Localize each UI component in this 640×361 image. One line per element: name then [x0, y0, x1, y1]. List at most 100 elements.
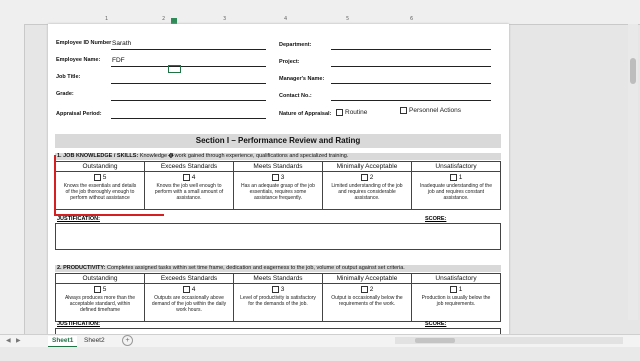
field-underline	[111, 66, 266, 67]
justification-box[interactable]	[55, 223, 501, 250]
criterion-description: Completes assigned tasks within set time…	[105, 265, 405, 271]
status-bar	[0, 347, 640, 361]
score-value: 4	[191, 174, 196, 182]
rating-header: Exceeds Standards	[145, 274, 234, 284]
rating-cell[interactable]: 5 Always produces more than the acceptabl…	[56, 284, 145, 322]
department-label: Department:	[279, 42, 312, 48]
employee-id-label: Employee ID Number	[56, 40, 112, 46]
horizontal-ruler: 1 2 3 4 5 6	[0, 0, 640, 25]
mouse-pointer-icon: ✥	[168, 153, 174, 160]
rating-description: Always produces more than the acceptable…	[64, 295, 136, 314]
rating-cell[interactable]: 4 Outputs are occasionally above demand o…	[145, 284, 234, 322]
rating-description: Inadequate understanding of the job and …	[419, 183, 492, 202]
personnel-actions-label: Personnel Actions	[409, 107, 462, 115]
selection-highlight	[54, 155, 164, 216]
rating-description: Output is occasionally below the require…	[331, 295, 403, 308]
employee-name-value[interactable]: FDF	[112, 57, 125, 64]
field-underline	[331, 66, 491, 67]
checkbox-icon	[449, 286, 457, 293]
ruler-tick: 6	[410, 16, 414, 22]
score-label: SCORE:	[425, 321, 447, 327]
score-value: 4	[191, 286, 196, 294]
rating-header: Unsatisfactory	[412, 162, 501, 172]
scrollbar-thumb[interactable]	[415, 338, 455, 343]
horizontal-scrollbar[interactable]	[395, 337, 623, 344]
rating-description: Has an adequate grasp of the job essenti…	[241, 183, 315, 202]
rating-header: Meets Standards	[234, 274, 323, 284]
checkbox-icon	[271, 174, 279, 181]
rating-description: Production is usually below the job requ…	[421, 295, 491, 308]
vertical-scrollbar[interactable]	[628, 24, 638, 320]
criterion-bar-productivity: 2. PRODUCTIVITY: Completes assigned task…	[55, 265, 501, 272]
scrollbar-thumb[interactable]	[630, 58, 636, 84]
worksheet-page: Employee ID Number Sarath Employee Name:…	[48, 24, 509, 335]
checkbox-icon	[182, 174, 190, 181]
checkbox-icon	[182, 286, 190, 293]
field-underline	[111, 83, 266, 84]
contact-no-label: Contact No.:	[279, 93, 312, 99]
section-title: Section I – Performance Review and Ratin…	[55, 134, 501, 148]
rating-description: Knows the job well enough to perform wit…	[154, 183, 224, 202]
rating-grid-productivity: Outstanding Exceeds Standards Meets Stan…	[55, 273, 501, 322]
justification-row: JUSTIFICATION: SCORE:	[55, 216, 501, 223]
score-value: 1	[458, 174, 463, 182]
rating-header: Meets Standards	[234, 162, 323, 172]
score-value: 2	[369, 286, 374, 294]
field-underline	[111, 118, 266, 119]
ruler-tick: 1	[105, 16, 109, 22]
employee-id-value[interactable]: Sarath	[112, 40, 131, 47]
criterion-title: 2. PRODUCTIVITY:	[57, 265, 106, 271]
field-underline	[331, 100, 491, 101]
checkbox-icon	[400, 107, 407, 114]
checkbox-icon	[360, 286, 368, 293]
rating-cell[interactable]: 1 Inadequate understanding of the job and…	[412, 172, 501, 210]
routine-label: Routine	[345, 109, 368, 117]
score-value: 3	[280, 286, 285, 294]
checkbox-icon	[360, 174, 368, 181]
checkbox-icon	[271, 286, 279, 293]
justification-row: JUSTIFICATION: SCORE:	[55, 321, 501, 328]
checkbox-icon	[449, 174, 457, 181]
score-label: SCORE:	[425, 216, 447, 222]
rating-header: Unsatisfactory	[412, 274, 501, 284]
rating-header: Minimally Acceptable	[323, 274, 412, 284]
checkbox-icon	[93, 286, 101, 293]
job-title-label: Job Title:	[56, 74, 81, 80]
rating-cell[interactable]: 1 Production is usually below the job req…	[412, 284, 501, 322]
score-value: 1	[458, 286, 463, 294]
rating-cell[interactable]: 3 Level of productivity is satisfactory f…	[234, 284, 323, 322]
manager-name-label: Manager's Name:	[279, 76, 325, 82]
sheet-tab-sheet2[interactable]: Sheet2	[80, 336, 109, 346]
project-label: Project:	[279, 59, 300, 65]
rating-cell[interactable]: 2 Output is occasionally below the requir…	[323, 284, 412, 322]
selected-cell[interactable]	[168, 65, 181, 73]
personnel-actions-checkbox[interactable]: Personnel Actions	[400, 107, 461, 114]
rating-description: Outputs are occasionally above demand of…	[151, 295, 227, 314]
rating-cell[interactable]: 3 Has an adequate grasp of the job essent…	[234, 172, 323, 210]
field-underline	[111, 49, 266, 50]
score-value: 2	[369, 174, 374, 182]
ruler-tick: 4	[284, 16, 288, 22]
justification-label: JUSTIFICATION:	[57, 216, 100, 222]
next-sheet-icon[interactable]: ▶	[16, 337, 21, 344]
employee-name-label: Employee Name:	[56, 57, 101, 63]
prev-sheet-icon[interactable]: ◀	[6, 337, 11, 344]
checkbox-icon	[336, 109, 343, 116]
rating-description: Level of productivity is satisfactory fo…	[240, 295, 316, 308]
score-value: 3	[280, 174, 285, 182]
score-value: 5	[102, 286, 107, 294]
ruler-tick: 5	[346, 16, 350, 22]
grade-label: Grade:	[56, 91, 74, 97]
nature-of-appraisal-label: Nature of Appraisal:	[279, 111, 332, 117]
field-underline	[111, 100, 266, 101]
rating-cell[interactable]: 2 Limited understanding of the job and re…	[323, 172, 412, 210]
ruler-tick: 3	[223, 16, 227, 22]
bottom-bar: ◀ ▶ Sheet1 Sheet2 +	[0, 334, 640, 361]
routine-checkbox[interactable]: Routine	[336, 109, 367, 116]
sheet-tab-bar: ◀ ▶ Sheet1 Sheet2 +	[0, 335, 640, 348]
appraisal-period-label: Appraisal Period:	[56, 111, 102, 117]
ruler-tick: 2	[162, 16, 166, 22]
rating-header: Outstanding	[56, 274, 145, 284]
add-sheet-icon[interactable]: +	[122, 335, 133, 346]
vertical-ruler	[0, 24, 25, 334]
